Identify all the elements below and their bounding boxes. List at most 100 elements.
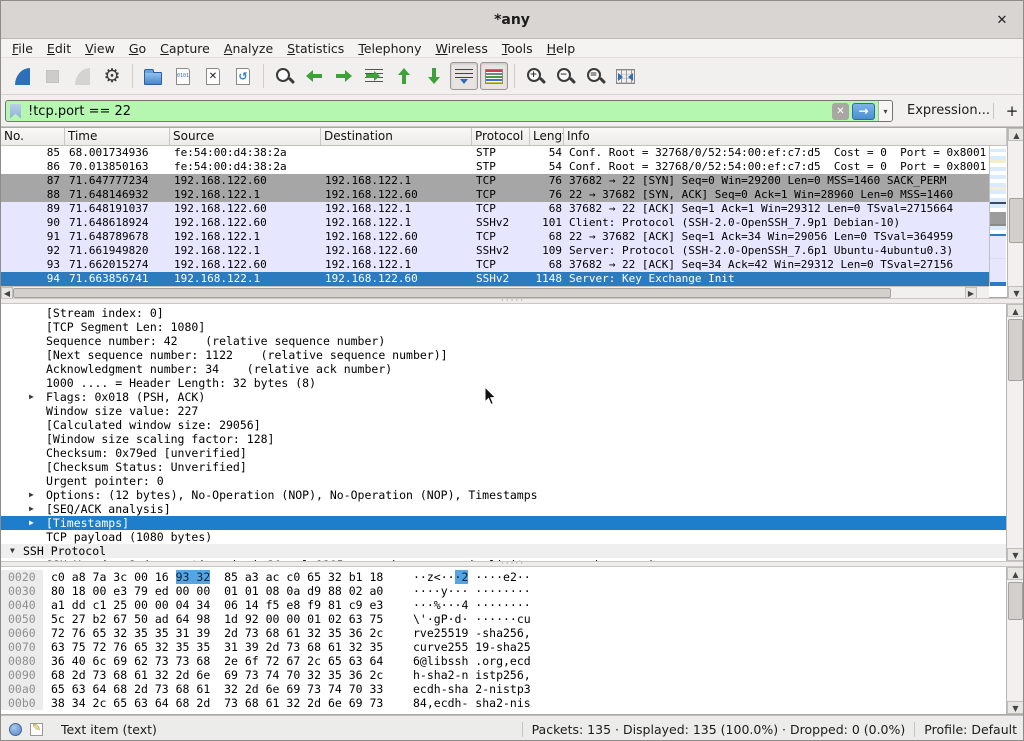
detail-line[interactable]: Sequence number: 42 (relative sequence n… <box>1 334 1006 348</box>
hex-row[interactable]: 003080 18 00 e3 79 ed 00 00 01 01 08 0a … <box>1 584 1024 598</box>
detail-line[interactable]: Window size value: 227 <box>1 404 1006 418</box>
detail-line[interactable]: [Window size scaling factor: 128] <box>1 432 1006 446</box>
packet-row-91[interactable]: 9171.648789678192.168.122.1192.168.122.6… <box>1 230 989 244</box>
scroll-thumb[interactable] <box>1008 582 1023 620</box>
detail-line[interactable]: Urgent pointer: 0 <box>1 474 1006 488</box>
go-first-packet-button[interactable] <box>390 62 418 90</box>
detail-line[interactable]: ▼SSH Protocol <box>1 544 1006 558</box>
go-back-button[interactable] <box>300 62 328 90</box>
detail-line[interactable]: ▶[Timestamps] <box>1 516 1006 530</box>
column-header-time[interactable]: Time <box>65 128 170 145</box>
scroll-down-icon[interactable]: ▼ <box>1007 701 1024 714</box>
go-to-packet-button[interactable] <box>360 62 388 90</box>
display-filter-input[interactable]: !tcp.port == 22 ✕ → ▾ <box>5 100 893 122</box>
detail-line[interactable]: 1000 .... = Header Length: 32 bytes (8) <box>1 376 1006 390</box>
detail-line[interactable]: TCP payload (1080 bytes) <box>1 530 1006 544</box>
packet-row-93[interactable]: 9371.662015274192.168.122.60192.168.122.… <box>1 258 989 272</box>
hex-row[interactable]: 007063 75 72 76 65 32 35 35 31 39 2d 73 … <box>1 640 1024 654</box>
packet-row-85[interactable]: 8568.001734936fe:54:00:d4:38:2aSTP54Conf… <box>1 146 989 160</box>
filter-clear-button[interactable]: ✕ <box>832 103 849 120</box>
detail-line[interactable]: [Next sequence number: 1122 (relative se… <box>1 348 1006 362</box>
find-packet-button[interactable] <box>270 62 298 90</box>
scroll-down-icon[interactable]: ▼ <box>1007 548 1024 561</box>
scroll-thumb[interactable] <box>1008 319 1023 381</box>
expert-info-icon[interactable] <box>9 723 22 736</box>
menu-item-view[interactable]: View <box>78 39 122 58</box>
reload-capture-file-button[interactable] <box>229 62 257 90</box>
menu-item-capture[interactable]: Capture <box>153 39 217 58</box>
menu-item-telephony[interactable]: Telephony <box>351 39 428 58</box>
hex-row[interactable]: 008036 40 6c 69 62 73 73 68 2e 6f 72 67 … <box>1 654 1024 668</box>
hex-row[interactable]: 0040a1 dd c1 25 00 00 04 34 06 14 f5 e8 … <box>1 598 1024 612</box>
packet-row-94[interactable]: 9471.663856741192.168.122.1192.168.122.6… <box>1 272 989 286</box>
column-header-length[interactable]: Length <box>530 128 564 145</box>
detail-line[interactable]: Checksum: 0x79ed [unverified] <box>1 446 1006 460</box>
packet-row-90[interactable]: 9071.648618924192.168.122.60192.168.122.… <box>1 216 989 230</box>
open-capture-file-button[interactable] <box>139 62 167 90</box>
scroll-thumb[interactable] <box>13 288 891 298</box>
detail-line[interactable]: ▶Options: (12 bytes), No-Operation (NOP)… <box>1 488 1006 502</box>
detail-line[interactable]: [Checksum Status: Unverified] <box>1 460 1006 474</box>
start-capture-button[interactable] <box>8 62 36 90</box>
restart-capture-button[interactable] <box>68 62 96 90</box>
menu-item-edit[interactable]: Edit <box>40 39 78 58</box>
packet-row-89[interactable]: 8971.648191037192.168.122.60192.168.122.… <box>1 202 989 216</box>
menu-item-go[interactable]: Go <box>122 39 153 58</box>
hex-row[interactable]: 0020c0 a8 7a 3c 00 16 93 32 85 a3 ac c0 … <box>1 570 1024 584</box>
packet-row-92[interactable]: 9271.661949820192.168.122.1192.168.122.6… <box>1 244 989 258</box>
column-header-protocol[interactable]: Protocol <box>472 128 530 145</box>
detail-line[interactable]: [Stream index: 0] <box>1 306 1006 320</box>
menu-item-file[interactable]: File <box>5 39 40 58</box>
detail-vscrollbar[interactable]: ▲ ▼ <box>1006 304 1024 561</box>
menu-item-statistics[interactable]: Statistics <box>280 39 351 58</box>
expander-closed-icon[interactable]: ▶ <box>29 516 34 530</box>
colorize-toggle-button[interactable] <box>480 62 508 90</box>
expression-button[interactable]: Expression... <box>907 95 990 127</box>
resize-columns-button[interactable] <box>611 62 639 90</box>
filter-apply-button[interactable]: → <box>852 103 875 120</box>
go-last-packet-button[interactable] <box>420 62 448 90</box>
detail-line[interactable]: [TCP Segment Len: 1080] <box>1 320 1006 334</box>
bytes-vscrollbar[interactable]: ▲ ▼ <box>1006 567 1024 714</box>
column-header-destination[interactable]: Destination <box>321 128 472 145</box>
packet-row-86[interactable]: 8670.013850163fe:54:00:d4:38:2aSTP54Conf… <box>1 160 989 174</box>
hex-row[interactable]: 00505c 27 b2 67 50 ad 64 98 1d 92 00 00 … <box>1 612 1024 626</box>
capture-comment-icon[interactable] <box>30 723 43 736</box>
add-filter-button[interactable]: + <box>1001 95 1023 127</box>
save-capture-file-button[interactable] <box>169 62 197 90</box>
auto-scroll-toggle-button[interactable] <box>450 62 478 90</box>
scroll-up-icon[interactable]: ▲ <box>1008 128 1024 141</box>
profile-status[interactable]: Profile: Default <box>924 722 1017 737</box>
scroll-up-icon[interactable]: ▲ <box>1007 304 1024 317</box>
stop-capture-button[interactable] <box>38 62 66 90</box>
expander-closed-icon[interactable]: ▶ <box>29 390 34 404</box>
detail-line[interactable]: Acknowledgment number: 34 (relative ack … <box>1 362 1006 376</box>
zoom-in-button[interactable]: + <box>521 62 549 90</box>
packet-list-vscrollbar[interactable]: ▲ ▼ <box>1007 128 1024 299</box>
expander-open-icon[interactable]: ▼ <box>10 544 15 558</box>
column-header-no[interactable]: No. <box>1 128 65 145</box>
menu-item-wireless[interactable]: Wireless <box>429 39 495 58</box>
column-header-source[interactable]: Source <box>170 128 321 145</box>
packet-row-87[interactable]: 8771.647777234192.168.122.60192.168.122.… <box>1 174 989 188</box>
close-capture-file-button[interactable] <box>199 62 227 90</box>
filter-dropdown-icon[interactable]: ▾ <box>878 101 892 121</box>
packet-list-minimap[interactable] <box>989 146 1006 286</box>
detail-line[interactable]: ▶[SEQ/ACK analysis] <box>1 502 1006 516</box>
filter-bookmark-icon[interactable] <box>10 104 21 119</box>
column-header-info[interactable]: Info <box>564 128 1007 145</box>
close-window-icon[interactable]: ✕ <box>991 10 1013 32</box>
menu-item-analyze[interactable]: Analyze <box>217 39 280 58</box>
expander-closed-icon[interactable]: ▶ <box>29 502 34 516</box>
hex-row[interactable]: 00a065 63 64 68 2d 73 68 61 32 2d 6e 69 … <box>1 682 1024 696</box>
zoom-out-button[interactable]: − <box>551 62 579 90</box>
scroll-thumb[interactable] <box>1009 198 1024 243</box>
go-forward-button[interactable] <box>330 62 358 90</box>
packet-row-88[interactable]: 8871.648146932192.168.122.1192.168.122.6… <box>1 188 989 202</box>
scroll-up-icon[interactable]: ▲ <box>1007 567 1024 580</box>
menu-item-tools[interactable]: Tools <box>495 39 540 58</box>
hex-row[interactable]: 00b038 34 2c 65 63 64 68 2d 73 68 61 32 … <box>1 696 1024 710</box>
hex-row[interactable]: 006072 76 65 32 35 35 31 39 2d 73 68 61 … <box>1 626 1024 640</box>
detail-line[interactable]: [Calculated window size: 29056] <box>1 418 1006 432</box>
hex-row[interactable]: 009068 2d 73 68 61 32 2d 6e 69 73 74 70 … <box>1 668 1024 682</box>
